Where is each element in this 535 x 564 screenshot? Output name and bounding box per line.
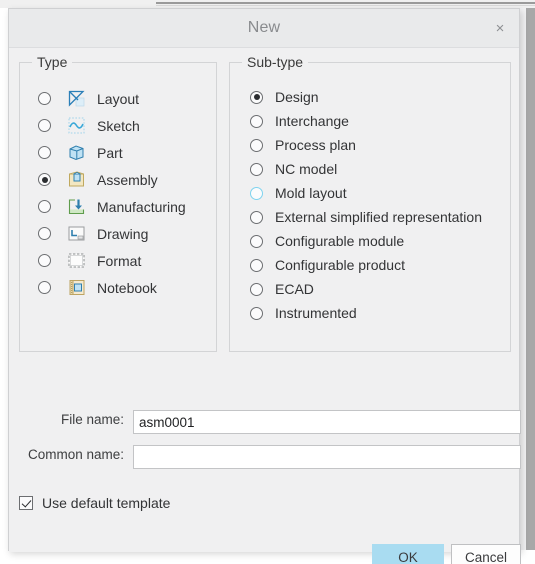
subtype-option-configurable-product[interactable]: Configurable product xyxy=(230,253,510,277)
part-icon xyxy=(65,143,87,163)
subtype-option-label: Interchange xyxy=(275,113,349,129)
use-default-template-label: Use default template xyxy=(42,495,171,511)
manufacturing-icon xyxy=(65,197,87,217)
dialog-title: New xyxy=(247,19,281,36)
radio-mark xyxy=(250,138,263,152)
dialog-titlebar: New × xyxy=(9,9,519,48)
common-name-label: Common name: xyxy=(27,447,124,462)
subtype-option-external-simplified-representation[interactable]: External simplified representation xyxy=(230,205,510,229)
radio-mark xyxy=(250,90,263,104)
subtype-option-interchange[interactable]: Interchange xyxy=(230,109,510,133)
radio-mark xyxy=(38,281,51,294)
background-toolbar-line xyxy=(156,2,535,4)
radio-mark xyxy=(38,200,51,213)
subtype-option-mold-layout[interactable]: Mold layout xyxy=(230,181,510,205)
type-option-layout[interactable]: Layout xyxy=(20,85,216,112)
radio-mark xyxy=(38,119,51,132)
subtype-group-legend: Sub-type xyxy=(242,54,309,70)
type-option-sketch[interactable]: Sketch xyxy=(20,112,216,139)
layout-icon xyxy=(65,89,87,109)
common-name-row: Common name: xyxy=(19,445,124,469)
radio-mark xyxy=(250,282,263,296)
subtype-option-label: Process plan xyxy=(275,137,356,153)
subtype-option-label: Configurable product xyxy=(275,257,405,273)
subtype-group: Sub-type Design Interchange Process plan NC… xyxy=(229,54,511,352)
type-option-assembly[interactable]: Assembly xyxy=(20,166,216,193)
type-option-label: Layout xyxy=(97,90,140,107)
checkbox-mark xyxy=(19,496,33,510)
type-option-notebook[interactable]: Notebook xyxy=(20,274,216,301)
type-option-drawing[interactable]: Drawing xyxy=(20,220,216,247)
background-right-panel xyxy=(526,8,535,564)
subtype-option-label: Mold layout xyxy=(275,185,347,201)
subtype-option-configurable-module[interactable]: Configurable module xyxy=(230,229,510,253)
radio-mark xyxy=(250,210,263,224)
type-option-label: Part xyxy=(97,144,123,161)
radio-mark xyxy=(38,92,51,105)
file-name-label: File name: xyxy=(60,412,124,427)
radio-mark xyxy=(250,234,263,248)
radio-mark xyxy=(250,114,263,128)
radio-mark xyxy=(38,146,51,159)
type-option-label: Sketch xyxy=(97,117,140,134)
file-name-row: File name: xyxy=(59,410,124,434)
radio-mark xyxy=(38,227,51,240)
subtype-option-nc-model[interactable]: NC model xyxy=(230,157,510,181)
new-dialog: New × Type Layout Sketch Part Assembly Manuf… xyxy=(8,8,521,564)
type-group-legend: Type xyxy=(32,54,73,70)
dialog-body: Type Layout Sketch Part Assembly Manufacturi… xyxy=(9,48,521,564)
notebook-icon xyxy=(65,278,87,298)
radio-mark xyxy=(250,258,263,272)
subtype-option-label: Configurable module xyxy=(275,233,405,249)
type-option-format[interactable]: Format xyxy=(20,247,216,274)
subtype-option-label: NC model xyxy=(275,161,338,177)
subtype-option-label: ECAD xyxy=(275,281,314,297)
format-icon xyxy=(65,251,87,271)
sketch-icon xyxy=(65,116,87,136)
background-toolbar-line-shadow xyxy=(156,5,535,6)
radio-mark xyxy=(250,306,263,320)
radio-mark xyxy=(250,186,263,200)
subtype-option-instrumented[interactable]: Instrumented xyxy=(230,301,510,325)
type-option-label: Assembly xyxy=(97,171,158,188)
type-radio-list: Layout Sketch Part Assembly Manufacturing Dra… xyxy=(20,85,216,301)
subtype-option-label: Design xyxy=(275,89,319,105)
radio-mark xyxy=(38,173,51,186)
subtype-option-design[interactable]: Design xyxy=(230,85,510,109)
type-group: Type Layout Sketch Part Assembly Manufacturi… xyxy=(19,54,217,352)
type-option-manufacturing[interactable]: Manufacturing xyxy=(20,193,216,220)
type-option-label: Manufacturing xyxy=(97,198,186,215)
use-default-template-checkbox[interactable]: Use default template xyxy=(19,495,170,511)
subtype-option-process-plan[interactable]: Process plan xyxy=(230,133,510,157)
radio-mark xyxy=(38,254,51,267)
type-option-label: Drawing xyxy=(97,225,149,242)
close-icon[interactable]: × xyxy=(485,13,515,43)
ok-button[interactable]: OK xyxy=(372,544,444,564)
cancel-button[interactable]: Cancel xyxy=(451,544,521,564)
subtype-option-ecad[interactable]: ECAD xyxy=(230,277,510,301)
type-option-label: Format xyxy=(97,252,142,269)
file-name-input[interactable] xyxy=(133,410,521,434)
subtype-option-label: Instrumented xyxy=(275,305,357,321)
subtype-radio-list: Design Interchange Process plan NC model Mol… xyxy=(230,85,510,325)
common-name-input[interactable] xyxy=(133,445,521,469)
assembly-icon xyxy=(65,170,87,190)
type-option-label: Notebook xyxy=(97,279,157,296)
screen: New × Type Layout Sketch Part Assembly Manuf… xyxy=(0,0,535,564)
subtype-option-label: External simplified representation xyxy=(275,209,482,225)
type-option-part[interactable]: Part xyxy=(20,139,216,166)
radio-mark xyxy=(250,162,263,176)
drawing-icon xyxy=(65,224,87,244)
